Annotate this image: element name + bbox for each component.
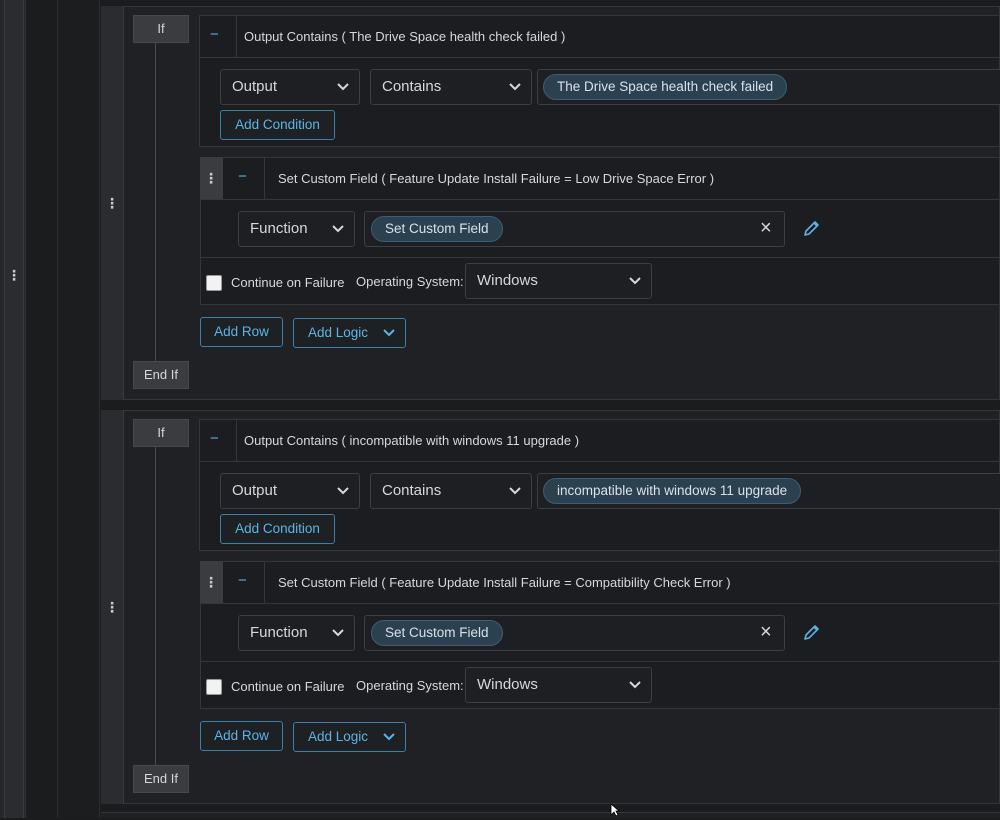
action-row-divider bbox=[200, 257, 1000, 258]
continue-on-failure-checkbox[interactable] bbox=[206, 275, 222, 291]
chevron-down-icon bbox=[509, 474, 521, 508]
end-if-label: End If bbox=[133, 765, 189, 793]
edit-pencil-icon[interactable] bbox=[803, 624, 820, 641]
action-drag-handle[interactable]: ⋮ bbox=[200, 561, 223, 603]
chevron-down-icon bbox=[332, 616, 344, 650]
condition-header-sep bbox=[236, 15, 237, 57]
chevron-down-icon bbox=[337, 474, 349, 508]
operator-select[interactable]: Contains bbox=[370, 473, 532, 509]
add-condition-button[interactable]: Add Condition bbox=[220, 110, 335, 140]
clear-icon[interactable]: × bbox=[760, 621, 772, 644]
chevron-down-icon bbox=[629, 668, 641, 702]
collapse-action-icon[interactable]: − bbox=[238, 168, 247, 185]
add-logic-button[interactable]: Add Logic bbox=[293, 722, 406, 752]
next-block-edge bbox=[101, 812, 1000, 818]
function-select-value: Function bbox=[250, 220, 308, 237]
if-block-1-rail bbox=[155, 43, 156, 363]
nesting-gutter-2 bbox=[58, 0, 100, 818]
action-header-sep bbox=[264, 157, 265, 199]
add-row-button[interactable]: Add Row bbox=[200, 721, 283, 751]
operating-system-value: Windows bbox=[477, 676, 538, 693]
add-logic-label: Add Logic bbox=[308, 729, 369, 744]
end-if-label: End If bbox=[133, 361, 189, 389]
continue-on-failure-label: Continue on Failure bbox=[231, 275, 345, 290]
if-block-1-drag-handle[interactable]: ⋮ bbox=[101, 6, 124, 400]
operating-system-label: Operating System: bbox=[356, 678, 464, 693]
operating-system-value: Windows bbox=[477, 272, 538, 289]
mouse-cursor-icon bbox=[610, 803, 621, 817]
field-select-value: Output bbox=[232, 482, 278, 499]
chevron-down-icon bbox=[332, 212, 344, 246]
operator-select[interactable]: Contains bbox=[370, 69, 532, 105]
field-select[interactable]: Output bbox=[220, 69, 360, 105]
drag-handle-icon[interactable]: ⋮ bbox=[104, 600, 120, 614]
drag-handle-icon[interactable]: ⋮ bbox=[203, 575, 219, 589]
operating-system-select[interactable]: Windows bbox=[465, 263, 652, 299]
function-value-chip[interactable]: Set Custom Field bbox=[371, 216, 503, 242]
condition-header-sep bbox=[236, 419, 237, 461]
drag-handle-icon[interactable]: ⋮ bbox=[104, 196, 120, 210]
condition-title: Output Contains ( incompatible with wind… bbox=[244, 433, 580, 448]
clear-icon[interactable]: × bbox=[760, 217, 772, 240]
chevron-down-icon bbox=[629, 264, 641, 298]
add-row-button[interactable]: Add Row bbox=[200, 317, 283, 347]
condition-title: Output Contains ( The Drive Space health… bbox=[244, 29, 566, 44]
add-logic-button[interactable]: Add Logic bbox=[293, 318, 406, 348]
operating-system-select[interactable]: Windows bbox=[465, 667, 652, 703]
action-header-divider bbox=[200, 199, 1000, 200]
chevron-down-icon bbox=[383, 723, 395, 751]
add-logic-label: Add Logic bbox=[308, 325, 369, 340]
add-condition-button[interactable]: Add Condition bbox=[220, 514, 335, 544]
condition-header-divider bbox=[199, 57, 1000, 58]
function-select[interactable]: Function bbox=[238, 615, 355, 651]
continue-on-failure-checkbox[interactable] bbox=[206, 679, 222, 695]
action-drag-handle[interactable]: ⋮ bbox=[200, 157, 223, 199]
field-select[interactable]: Output bbox=[220, 473, 360, 509]
operator-select-value: Contains bbox=[382, 482, 442, 499]
outer-gutter: ⋮ bbox=[0, 0, 26, 818]
chevron-down-icon bbox=[383, 319, 395, 347]
function-value-chip[interactable]: Set Custom Field bbox=[371, 620, 503, 646]
operating-system-label: Operating System: bbox=[356, 274, 464, 289]
outer-drag-rail[interactable] bbox=[4, 0, 24, 818]
edit-pencil-icon[interactable] bbox=[803, 220, 820, 237]
continue-on-failure-label: Continue on Failure bbox=[231, 679, 345, 694]
outer-drag-handle-icon[interactable]: ⋮ bbox=[6, 268, 22, 282]
if-label: If bbox=[133, 15, 189, 43]
action-title: Set Custom Field ( Feature Update Instal… bbox=[278, 171, 715, 186]
if-label: If bbox=[133, 419, 189, 447]
nesting-gutter-1 bbox=[26, 0, 58, 818]
collapse-condition-icon[interactable]: − bbox=[210, 26, 219, 43]
action-row-divider bbox=[200, 661, 1000, 662]
action-header-divider bbox=[200, 603, 1000, 604]
collapse-action-icon[interactable]: − bbox=[238, 572, 247, 589]
drag-handle-icon[interactable]: ⋮ bbox=[203, 171, 219, 185]
chevron-down-icon bbox=[337, 70, 349, 104]
if-block-2-drag-handle[interactable]: ⋮ bbox=[101, 410, 124, 804]
condition-header-divider bbox=[199, 461, 1000, 462]
collapse-condition-icon[interactable]: − bbox=[210, 430, 219, 447]
function-select[interactable]: Function bbox=[238, 211, 355, 247]
condition-value-chip[interactable]: The Drive Space health check failed bbox=[543, 74, 788, 100]
condition-value-chip[interactable]: incompatible with windows 11 upgrade bbox=[543, 478, 802, 504]
action-header-sep bbox=[264, 561, 265, 603]
field-select-value: Output bbox=[232, 78, 278, 95]
operator-select-value: Contains bbox=[382, 78, 442, 95]
if-block-2-rail bbox=[155, 447, 156, 767]
action-title: Set Custom Field ( Feature Update Instal… bbox=[278, 575, 731, 590]
function-select-value: Function bbox=[250, 624, 308, 641]
chevron-down-icon bbox=[509, 70, 521, 104]
